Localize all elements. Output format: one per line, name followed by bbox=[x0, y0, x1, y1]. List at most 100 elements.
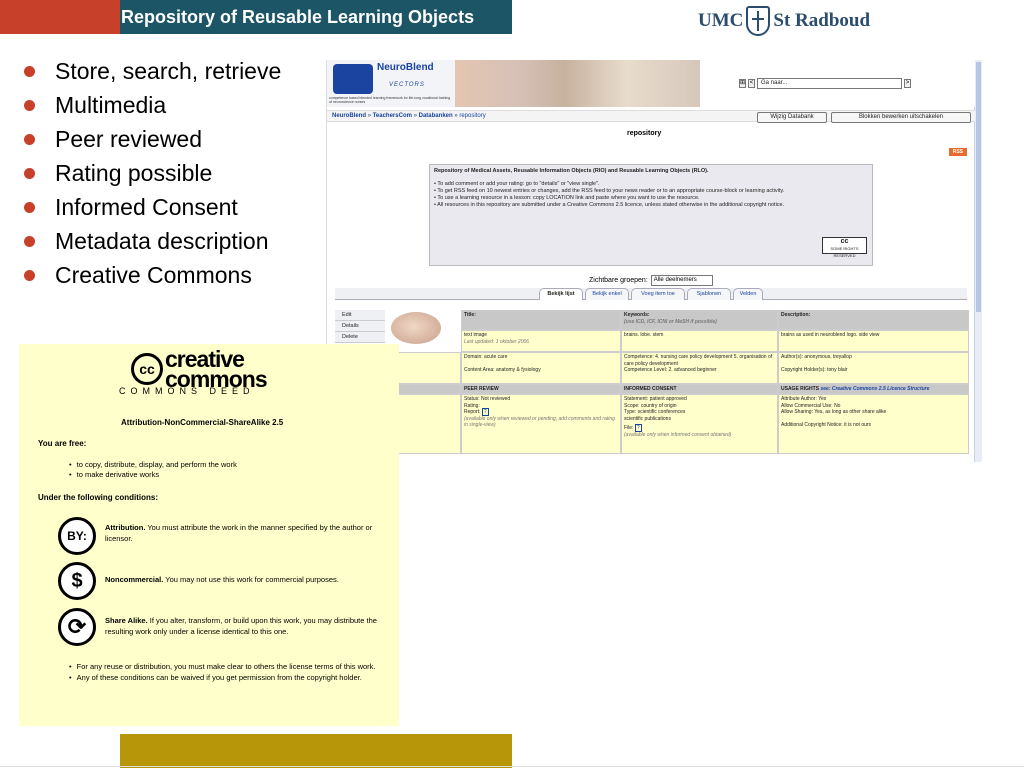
cc-badge-icon[interactable]: cc SOME RIGHTS RESERVED bbox=[822, 237, 867, 258]
keywords-hint: (use ICD, ICF, ICNI or MeSH if possible) bbox=[624, 318, 717, 325]
entry-actions: Edit Details Delete bbox=[335, 310, 385, 343]
consent-type-extra: scientific publications bbox=[624, 415, 671, 422]
filter-label: Zichtbare groepen: bbox=[589, 277, 648, 284]
prev-arrow-icon[interactable]: < bbox=[748, 79, 755, 88]
brand-name: NeuroBlend bbox=[377, 62, 434, 73]
peer-hint: (available only when reviewed or pending… bbox=[464, 415, 615, 429]
help-icon[interactable]: ? bbox=[634, 424, 642, 432]
share-alike-icon: ⟳ bbox=[58, 608, 96, 646]
noncommercial-icon: $ bbox=[58, 562, 96, 600]
bullet-item: Creative Commons bbox=[24, 258, 281, 292]
edit-action[interactable]: Edit bbox=[335, 310, 385, 321]
noncommercial-condition: Noncommercial. You may not use this work… bbox=[105, 574, 383, 585]
condition-name: Share Alike. bbox=[105, 616, 148, 625]
tab-single-view[interactable]: Bekijk enkel bbox=[585, 288, 629, 300]
cc-wordmark: creative commons bbox=[165, 348, 268, 391]
rights-sharing: Allow Sharing: Yes, as long as other sha… bbox=[781, 409, 887, 415]
info-title: Repository of Medical Assets, Reusable I… bbox=[434, 168, 709, 174]
neuroblend-logo: NeuroBlend VECTORS competence based blen… bbox=[327, 60, 455, 107]
cc-structure-link[interactable]: see: Creative Commons 2.5 Licence Struct… bbox=[820, 386, 929, 392]
delete-action[interactable]: Delete bbox=[335, 332, 385, 343]
tab-add-item[interactable]: Voeg item toe bbox=[631, 288, 685, 300]
bullet-icon bbox=[24, 235, 35, 247]
domain-cell: Domain: acute care Content Area: anatomy… bbox=[461, 352, 621, 384]
edit-database-button[interactable]: Wijzig Databank bbox=[757, 112, 827, 123]
footer-item: For any reuse or distribution, you must … bbox=[69, 662, 389, 672]
tab-list-view[interactable]: Bekijk lijst bbox=[539, 288, 583, 300]
scrollbar-thumb[interactable] bbox=[976, 62, 981, 312]
usage-rights-label: USAGE RIGHTS bbox=[781, 386, 820, 392]
crumb-databanken[interactable]: Databanken bbox=[419, 113, 453, 119]
brain-thumbnail[interactable] bbox=[391, 312, 441, 344]
attribution-icon: BY: bbox=[58, 517, 96, 555]
cc-deed-panel: cc creative commons COMMONS DEED Attribu… bbox=[19, 344, 399, 726]
conditions-heading: Under the following conditions: bbox=[38, 493, 158, 502]
crumb-separator: » bbox=[454, 113, 458, 119]
cc-badge-mark: cc bbox=[840, 238, 849, 245]
keywords-cell: brains. lobe. stem bbox=[621, 330, 778, 352]
disable-block-editing-button[interactable]: Blokken bewerken uitschakelen bbox=[831, 112, 971, 123]
attribution-condition: Attribution. You must attribute the work… bbox=[105, 522, 383, 544]
condition-text: You may not use this work for commercial… bbox=[163, 575, 339, 584]
competence-value: Competence: 4. nursing care policy devel… bbox=[624, 354, 773, 367]
keywords-header: Keywords: (use ICD, ICF, ICNI or MeSH if… bbox=[621, 310, 778, 330]
informed-consent-cell: Statement: patient approved Scope: count… bbox=[621, 394, 778, 454]
peer-report: Report: bbox=[464, 409, 481, 415]
share-alike-condition: Share Alike. If you alter, transform, or… bbox=[105, 615, 383, 637]
goto-select[interactable]: Ga naar... bbox=[757, 78, 902, 89]
title-accent-bar bbox=[0, 0, 120, 34]
tab-templates[interactable]: Sjablonen bbox=[687, 288, 731, 300]
consent-hint: (available only when informed consent ob… bbox=[624, 431, 732, 438]
bullet-item: Metadata description bbox=[24, 224, 281, 258]
crumb-neuroblend[interactable]: NeuroBlend bbox=[332, 113, 366, 119]
next-arrow-icon[interactable]: > bbox=[904, 79, 911, 88]
rss-icon[interactable]: RSS bbox=[949, 148, 967, 156]
cc-icon: cc bbox=[131, 353, 163, 385]
info-line: • To use a learning resource in a lesson… bbox=[434, 195, 700, 201]
details-action[interactable]: Details bbox=[335, 321, 385, 332]
repository-screenshot: NeuroBlend VECTORS competence based blen… bbox=[326, 60, 982, 462]
logo-umc-text: UMC bbox=[698, 10, 744, 31]
content-area: Content Area: anatomy & fysiology bbox=[464, 366, 541, 373]
cc-logo: cc creative commons bbox=[131, 348, 268, 391]
grid-icon[interactable]: ⊞ bbox=[739, 79, 746, 88]
bottom-accent-bar bbox=[120, 734, 512, 768]
bullet-item: Multimedia bbox=[24, 88, 281, 122]
brand-sub: VECTORS bbox=[389, 82, 425, 88]
umc-radboud-logo: UMC St Radboud bbox=[698, 6, 870, 36]
slide-title: Repository of Reusable Learning Objects bbox=[121, 7, 475, 27]
info-line: • To get RSS feed on 10 newest entries o… bbox=[434, 188, 785, 194]
copyright-holder: Copyright Holder(s): tony blair bbox=[781, 366, 848, 373]
free-heading: You are free: bbox=[38, 439, 87, 448]
tab-fields[interactable]: Velden bbox=[733, 288, 763, 300]
competence-level: Competence Level: 2. advanced beginner bbox=[624, 367, 717, 373]
usage-rights-cell: Attribute Author: Yes Allow Commercial U… bbox=[778, 394, 969, 454]
informed-consent-header: INFORMED CONSENT bbox=[621, 384, 778, 394]
crumb-teacherscom[interactable]: TeachersCom bbox=[373, 113, 412, 119]
free-list: to copy, distribute, display, and perfor… bbox=[69, 460, 237, 480]
bullet-icon bbox=[24, 133, 35, 145]
deed-subtitle: COMMONS DEED bbox=[119, 386, 255, 396]
bullet-item: Store, search, retrieve bbox=[24, 54, 281, 88]
condition-name: Attribution. bbox=[105, 523, 146, 532]
bullet-item: Rating possible bbox=[24, 156, 281, 190]
description-header: Description: bbox=[778, 310, 969, 330]
brand-tagline: competence based blended learning framew… bbox=[329, 96, 451, 104]
logo-radboud-text: St Radboud bbox=[773, 10, 871, 31]
goto-control: ⊞ < Ga naar... > bbox=[739, 78, 911, 89]
groups-select[interactable]: Alle deelnemers bbox=[650, 275, 713, 286]
bullet-list: Store, search, retrieve Multimedia Peer … bbox=[24, 54, 281, 292]
title-cell: text image Last updated: 1 oktober 2006 bbox=[461, 330, 621, 352]
bullet-item: Informed Consent bbox=[24, 190, 281, 224]
deed-footer: For any reuse or distribution, you must … bbox=[69, 662, 389, 684]
info-line: • To add comment or add your rating: go … bbox=[434, 181, 600, 187]
scrollbar[interactable] bbox=[974, 60, 982, 462]
footer-item: Any of these conditions can be waived if… bbox=[69, 673, 389, 683]
cc-badge-text: SOME RIGHTS RESERVED bbox=[830, 246, 859, 258]
crumb-current: repository bbox=[459, 113, 486, 119]
condition-text: You must attribute the work in the manne… bbox=[105, 523, 373, 543]
peer-review-header: PEER REVIEW bbox=[461, 384, 621, 394]
help-icon[interactable]: ? bbox=[481, 408, 489, 416]
entries-table: Edit Details Delete Title: Keywords: (us… bbox=[335, 310, 969, 454]
visible-groups-filter: Zichtbare groepen: Alle deelnemers bbox=[589, 275, 713, 286]
